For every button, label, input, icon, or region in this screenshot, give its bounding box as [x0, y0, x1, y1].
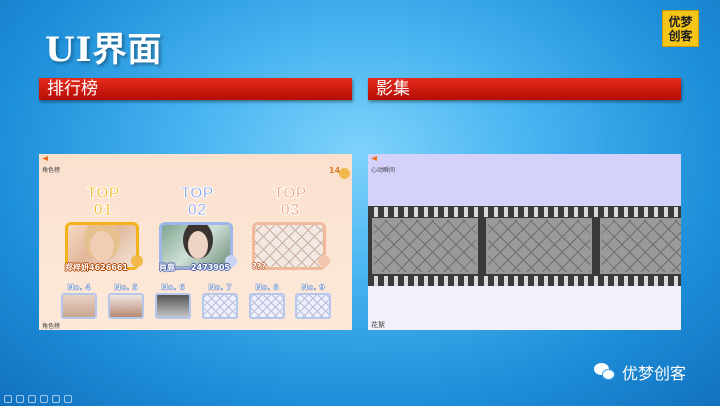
rank-8[interactable]: No. 8: [249, 283, 285, 319]
next-slide-icon[interactable]: [16, 395, 24, 403]
rank-photo-placeholder: [202, 293, 238, 319]
filmstrip[interactable]: [368, 206, 681, 286]
bear-icon: [339, 168, 350, 179]
rank-photo-placeholder: [295, 293, 331, 319]
more-icon[interactable]: [64, 395, 72, 403]
top1-badge: TOP 01: [73, 185, 133, 219]
rank-number: No. 8: [255, 283, 279, 293]
rank-number: No. 7: [208, 283, 232, 293]
rank-photo: [155, 293, 191, 319]
rank-photo-placeholder: [249, 293, 285, 319]
section-header-leaderboard: 排行榜: [39, 78, 352, 100]
bear-icon: [131, 255, 143, 267]
zoom-icon[interactable]: [52, 395, 60, 403]
rank-photo: [108, 293, 144, 319]
album-header-label: 心动瞬间: [371, 167, 396, 174]
top3-badge: TOP 03: [260, 185, 320, 219]
back-arrow-icon[interactable]: [42, 156, 48, 161]
leaderboard-footer-label: 角色榜: [42, 323, 61, 330]
film-frame-1[interactable]: [372, 218, 478, 274]
leaderboard-header-label: 角色榜: [42, 167, 61, 174]
film-perforations-top: [368, 207, 681, 217]
logo-line-1: 优梦: [668, 14, 693, 29]
album-bottom-area: [368, 286, 681, 330]
back-arrow-icon[interactable]: [371, 156, 377, 161]
rank-9[interactable]: No. 9: [295, 283, 331, 319]
watermark-text: 优梦创客: [622, 364, 687, 383]
rank-number: No. 9: [301, 283, 325, 293]
rank-number: No. 5: [114, 283, 138, 293]
top3-name: ???: [252, 262, 266, 271]
wechat-icon: [594, 363, 616, 381]
top2-badge: TOP 02: [167, 185, 227, 219]
rank-photo: [61, 293, 97, 319]
rank-7[interactable]: No. 7: [202, 283, 238, 319]
album-screenshot: 心动瞬间 花絮: [368, 154, 681, 330]
album-footer-label[interactable]: 花絮: [371, 320, 385, 330]
top2-name: 肖鹿——2473905: [159, 263, 230, 272]
rank-4[interactable]: No. 4: [61, 283, 97, 319]
top1-number: 01: [93, 200, 113, 219]
brand-logo: 优梦 创客: [662, 10, 699, 47]
top3-number: 03: [280, 200, 300, 219]
bear-icon: [318, 255, 330, 267]
rank-number: No. 6: [161, 283, 185, 293]
slide-title: UI界面: [45, 30, 163, 70]
section-header-album: 影集: [368, 78, 681, 100]
wechat-watermark: 优梦创客: [594, 360, 686, 384]
prev-slide-icon[interactable]: [4, 395, 12, 403]
rank-6[interactable]: No. 6: [155, 283, 191, 319]
slides-icon[interactable]: [40, 395, 48, 403]
logo-line-2: 创客: [668, 28, 693, 43]
presentation-toolbar: [4, 395, 72, 403]
film-frame-3[interactable]: [600, 218, 681, 274]
film-perforations-bottom: [368, 276, 681, 286]
top2-number: 02: [187, 200, 207, 219]
film-frame-2[interactable]: [486, 218, 592, 274]
rank-number: No. 4: [67, 283, 91, 293]
rank-5[interactable]: No. 5: [108, 283, 144, 319]
top1-name: 郑梓妍4626661: [65, 263, 128, 272]
leaderboard-screenshot: 角色榜 14 TOP 01 郑梓妍4626661 TOP 02 肖鹿——2473…: [39, 154, 352, 330]
pen-icon[interactable]: [28, 395, 36, 403]
